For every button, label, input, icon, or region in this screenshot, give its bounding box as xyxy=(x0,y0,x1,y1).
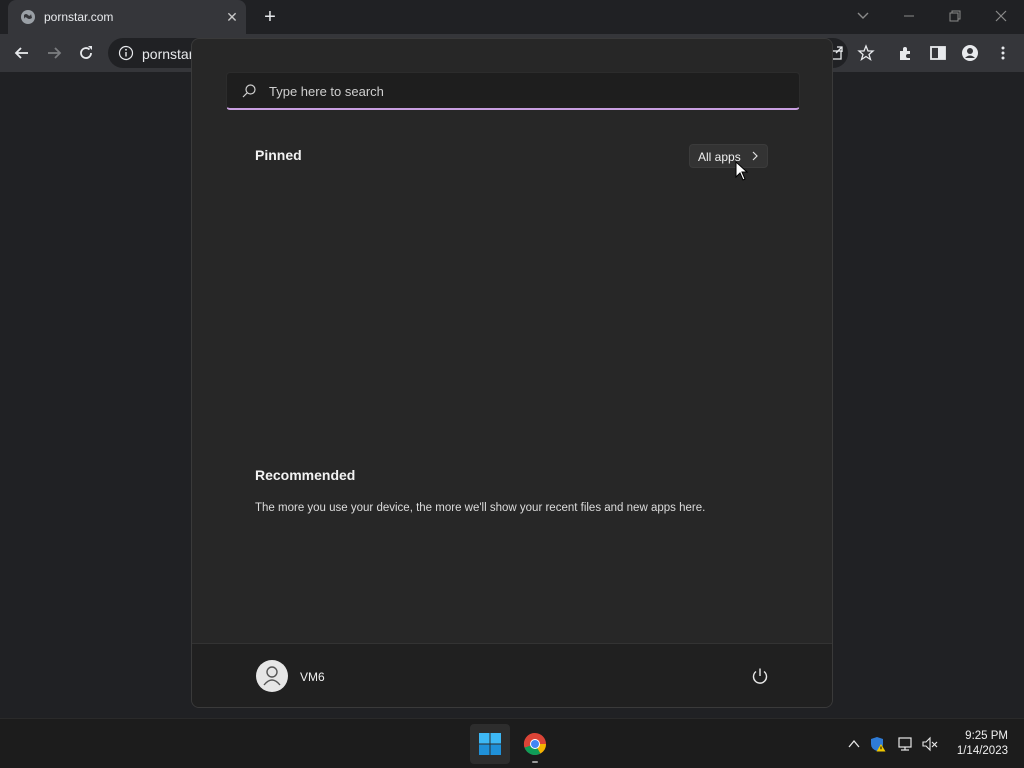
power-icon[interactable] xyxy=(750,666,770,686)
clock-date: 1/14/2023 xyxy=(956,745,1008,757)
search-input[interactable] xyxy=(269,80,789,102)
clock-time: 9:25 PM xyxy=(965,730,1008,742)
taskbar-clock[interactable]: 9:25 PM 1/14/2023 xyxy=(948,729,1008,759)
plus-icon[interactable]: + xyxy=(260,7,280,27)
start-button[interactable] xyxy=(470,724,510,764)
info-icon[interactable] xyxy=(118,45,134,61)
more-vert-icon[interactable] xyxy=(993,43,1013,63)
user-icon xyxy=(263,666,281,686)
back-arrow-icon[interactable] xyxy=(12,43,32,63)
browser-tab[interactable]: pornstar.com ✕ xyxy=(8,0,246,34)
user-name[interactable]: VM6 xyxy=(300,670,325,684)
windows-start-icon xyxy=(479,733,501,755)
recommended-heading: Recommended xyxy=(255,467,356,483)
recommended-empty-text: The more you use your device, the more w… xyxy=(255,502,706,514)
network-icon[interactable] xyxy=(897,736,913,752)
tab-strip: pornstar.com ✕ + xyxy=(0,0,1024,34)
search-icon xyxy=(242,84,256,98)
minimize-icon[interactable] xyxy=(899,6,919,26)
start-search-box[interactable] xyxy=(226,72,800,110)
url-text: pornstar xyxy=(142,46,194,62)
start-menu-footer: VM6 xyxy=(192,643,832,707)
chrome-taskbar-button[interactable] xyxy=(515,724,555,764)
chrome-icon xyxy=(523,732,546,756)
restore-icon[interactable] xyxy=(945,6,965,26)
all-apps-button[interactable]: All apps xyxy=(689,144,768,168)
chevron-right-icon xyxy=(752,151,758,161)
globe-icon xyxy=(21,10,35,24)
star-icon[interactable] xyxy=(856,43,876,63)
taskbar: 9:25 PM 1/14/2023 xyxy=(0,718,1024,768)
reload-icon[interactable] xyxy=(76,43,96,63)
start-menu: Pinned All apps Recommended The more you… xyxy=(191,38,833,708)
side-panel-icon[interactable] xyxy=(928,43,948,63)
close-icon[interactable]: ✕ xyxy=(224,9,240,25)
extensions-icon[interactable] xyxy=(896,43,916,63)
running-indicator xyxy=(532,761,538,763)
close-icon[interactable] xyxy=(991,6,1011,26)
chevron-up-icon[interactable] xyxy=(846,736,862,752)
tab-title: pornstar.com xyxy=(44,10,114,24)
defender-warning-icon[interactable] xyxy=(870,736,886,752)
forward-arrow-icon[interactable] xyxy=(44,43,64,63)
mouse-cursor-icon xyxy=(735,161,749,181)
profile-icon[interactable] xyxy=(960,43,980,63)
pinned-heading: Pinned xyxy=(255,147,302,163)
chevron-down-icon[interactable] xyxy=(856,8,870,22)
avatar[interactable] xyxy=(256,660,288,692)
volume-muted-icon[interactable] xyxy=(922,736,938,752)
